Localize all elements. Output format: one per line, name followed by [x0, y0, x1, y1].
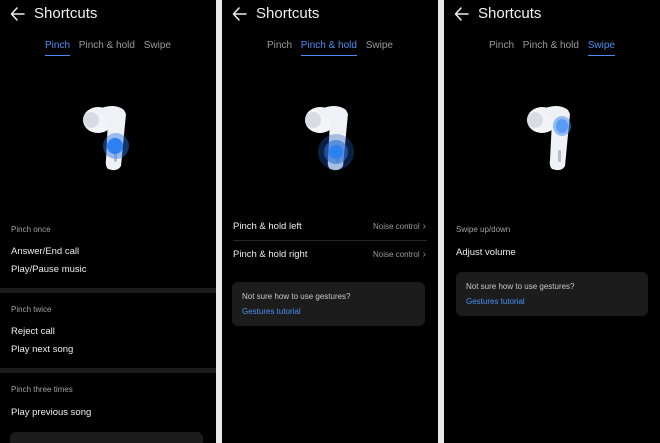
earbud-illustration — [305, 106, 354, 171]
list-item[interactable]: Answer/End call — [11, 246, 79, 257]
back-arrow-icon[interactable] — [454, 5, 470, 23]
header: Shortcuts — [222, 4, 438, 26]
help-question: Not sure how to use gestures? — [466, 282, 575, 291]
header: Shortcuts — [0, 4, 216, 26]
chevron-right-icon: › — [422, 221, 426, 232]
back-arrow-icon[interactable] — [232, 5, 248, 23]
back-arrow-icon[interactable] — [10, 5, 26, 23]
row-value-text: Noise control — [372, 250, 420, 259]
list-item[interactable]: Play previous song — [11, 407, 91, 418]
tab-pinch[interactable]: Pinch — [267, 40, 292, 54]
tab-pinch-hold[interactable]: Pinch & hold — [300, 40, 358, 56]
header: Shortcuts — [444, 4, 660, 26]
list-item[interactable]: Adjust volume — [456, 247, 516, 258]
gestures-tutorial-link[interactable]: Gestures tutorial — [466, 297, 525, 306]
pinch-hold-right-row[interactable]: Pinch & hold right — [233, 249, 307, 260]
section-label: Pinch once — [11, 225, 51, 234]
help-question: Not sure how to use gestures? — [242, 292, 351, 301]
row-value-text: Noise control — [372, 222, 420, 231]
pinch-screen: Shortcuts Pinch Pinch & hold Swipe Pinch… — [0, 0, 216, 443]
gestures-tutorial-link[interactable]: Gestures tutorial — [242, 307, 301, 316]
row-value[interactable]: Noise control › — [373, 249, 426, 260]
list-item[interactable]: Play/Pause music — [11, 264, 87, 275]
help-card — [10, 432, 203, 443]
tab-bar: Pinch Pinch & hold Swipe — [0, 40, 216, 56]
tab-pinch-hold[interactable]: Pinch & hold — [523, 40, 579, 54]
chevron-right-icon: › — [422, 249, 426, 260]
page-title: Shortcuts — [478, 5, 542, 22]
help-card: Not sure how to use gestures? Gestures t… — [456, 272, 648, 316]
row-value[interactable]: Noise control › — [373, 221, 426, 232]
help-card: Not sure how to use gestures? Gestures t… — [232, 282, 425, 326]
list-item[interactable]: Reject call — [11, 326, 55, 337]
tab-swipe[interactable]: Swipe — [587, 40, 616, 56]
list-item[interactable]: Play next song — [11, 344, 73, 355]
pinch-hold-left-row[interactable]: Pinch & hold left — [233, 221, 302, 232]
tab-pinch-hold[interactable]: Pinch & hold — [79, 40, 135, 54]
earbud-illustration — [83, 106, 129, 171]
earbud-illustration — [527, 106, 571, 171]
tab-pinch[interactable]: Pinch — [489, 40, 514, 54]
swipe-screen: Shortcuts Pinch Pinch & hold Swipe Swipe… — [444, 0, 660, 443]
page-title: Shortcuts — [34, 5, 98, 22]
tab-pinch[interactable]: Pinch — [45, 40, 71, 56]
section-label: Pinch three times — [11, 385, 73, 394]
page-title: Shortcuts — [256, 5, 320, 22]
section-divider — [0, 368, 216, 373]
section-label: Pinch twice — [11, 305, 52, 314]
section-divider — [0, 288, 216, 293]
pinch-hold-screen: Shortcuts Pinch Pinch & hold Swipe Pinch… — [222, 0, 438, 443]
tab-swipe[interactable]: Swipe — [366, 40, 393, 54]
section-label: Swipe up/down — [456, 225, 511, 234]
tab-bar: Pinch Pinch & hold Swipe — [444, 40, 660, 56]
tab-swipe[interactable]: Swipe — [144, 40, 171, 54]
tab-bar: Pinch Pinch & hold Swipe — [222, 40, 438, 56]
row-divider — [233, 240, 427, 241]
